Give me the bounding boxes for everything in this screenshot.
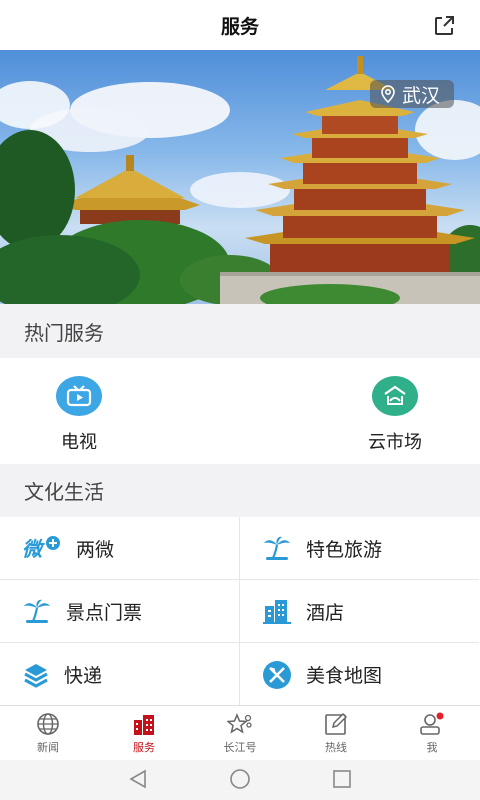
tab-me-label: 我 xyxy=(426,741,438,754)
globe-icon xyxy=(37,713,59,735)
culture-item-food-map-label: 美食地图 xyxy=(306,665,383,687)
tab-hotline-label: 热线 xyxy=(325,741,347,754)
culture-title: 文化生活 xyxy=(24,480,104,504)
home-icon[interactable] xyxy=(228,768,252,790)
system-nav-bar xyxy=(0,760,480,800)
culture-item-express[interactable]: 快递 xyxy=(0,643,239,706)
star-icon xyxy=(227,713,252,734)
tab-hotline[interactable]: 热线 xyxy=(288,712,384,755)
hot-services-title: 热门服务 xyxy=(24,320,104,345)
hot-service-tv[interactable]: 电视 xyxy=(19,376,139,454)
culture-header: 文化生活 xyxy=(0,464,480,517)
tab-services-label: 服务 xyxy=(133,741,155,754)
culture-item-travel[interactable]: 特色旅游 xyxy=(240,517,479,580)
top-bar: 服务 xyxy=(0,0,480,50)
building-icon xyxy=(263,600,291,624)
location-label: 武汉 xyxy=(401,84,440,107)
culture-item-tickets-label: 景点门票 xyxy=(66,601,143,624)
city-icon xyxy=(134,715,154,735)
hot-services-header: 热门服务 xyxy=(0,304,480,358)
culture-item-express-label: 快递 xyxy=(64,665,103,687)
culture-item-travel-label: 特色旅游 xyxy=(306,538,383,561)
location-pin-icon xyxy=(381,85,395,103)
user-icon xyxy=(420,712,444,735)
culture-item-liangwei[interactable]: 微 两微 xyxy=(0,517,239,580)
tab-changjiang-label: 长江号 xyxy=(223,741,257,754)
services-page: 服务 武汉 热门服务 电视 云市场 文化生活 微 两微 特色旅游 景点门票 酒店… xyxy=(0,0,480,800)
weibo-weixin-icon: 微 xyxy=(22,536,60,561)
culture-item-hotel-label: 酒店 xyxy=(306,601,345,624)
fork-knife-icon xyxy=(263,660,291,689)
palm-tree-icon xyxy=(264,536,290,560)
tab-changjiang[interactable]: 长江号 xyxy=(192,712,288,755)
hot-service-cloud-market-label: 云市场 xyxy=(368,432,422,453)
banner-image[interactable]: 武汉 xyxy=(0,50,480,304)
back-icon[interactable] xyxy=(128,768,148,790)
hot-services-panel: 电视 云市场 xyxy=(0,358,480,464)
svg-text:微: 微 xyxy=(22,537,45,561)
cloud-market-icon xyxy=(372,376,418,416)
culture-item-tickets[interactable]: 景点门票 xyxy=(0,580,239,643)
location-badge[interactable]: 武汉 xyxy=(369,80,454,108)
page-title: 服务 xyxy=(220,15,259,38)
tv-play-icon xyxy=(56,376,102,416)
hot-service-tv-label: 电视 xyxy=(61,432,97,453)
bottom-tab-bar: 新闻 服务 长江号 热线 我 xyxy=(0,705,480,760)
tab-services[interactable]: 服务 xyxy=(96,712,192,755)
share-icon[interactable] xyxy=(432,14,456,38)
hot-service-cloud-market[interactable]: 云市场 xyxy=(335,376,455,454)
edit-icon xyxy=(325,712,348,735)
culture-grid: 微 两微 特色旅游 景点门票 酒店 快递 美食地图 xyxy=(0,517,480,705)
package-icon xyxy=(24,663,48,688)
tab-news[interactable]: 新闻 xyxy=(0,712,96,755)
culture-item-liangwei-label: 两微 xyxy=(76,538,115,561)
palm-tree-icon xyxy=(24,599,50,623)
culture-item-hotel[interactable]: 酒店 xyxy=(240,580,479,643)
tab-me[interactable]: 我 xyxy=(384,712,480,755)
recents-icon[interactable] xyxy=(332,768,352,790)
tab-news-label: 新闻 xyxy=(37,741,59,754)
culture-item-food-map[interactable]: 美食地图 xyxy=(240,643,479,706)
